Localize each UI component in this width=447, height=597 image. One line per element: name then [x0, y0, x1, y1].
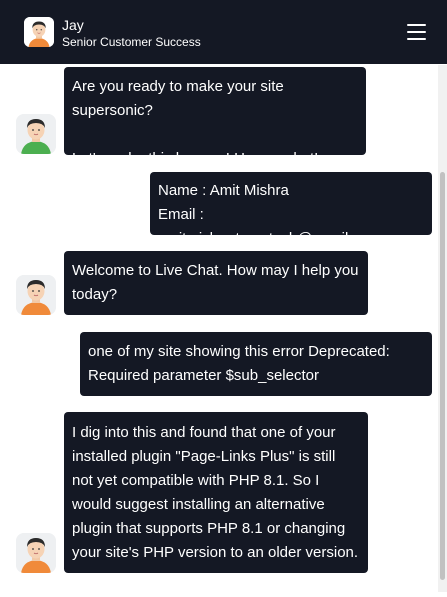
scrollbar-thumb[interactable]	[440, 172, 445, 580]
message-text: one of my site showing this error Deprec…	[88, 343, 390, 384]
message-text: I dig into this and found that one of yo…	[72, 424, 359, 561]
name-label: Name :	[158, 182, 210, 199]
name-value: Amit Mishra	[209, 182, 289, 199]
user-message: one of my site showing this error Deprec…	[80, 332, 432, 396]
agent-message: Welcome to Live Chat. How may I help you…	[64, 251, 368, 315]
chat-messages[interactable]: Are you ready to make your site superson…	[0, 64, 447, 597]
message-text: Let's make this happen! Have a chat!	[72, 150, 319, 167]
hamburger-menu-icon[interactable]	[407, 24, 426, 40]
user-message: Name : Amit Mishra Email : amitmishra.tr…	[150, 172, 432, 247]
name-line: Name : Amit Mishra	[158, 179, 424, 203]
agent-role: Senior Customer Success	[62, 35, 201, 49]
agent-name: Jay	[62, 17, 84, 33]
email-label: Email :	[158, 206, 204, 223]
agent-avatar-icon	[16, 533, 56, 573]
agent-message: I dig into this and found that one of yo…	[64, 412, 368, 573]
agent-avatar-icon	[16, 114, 56, 154]
message-text: Are you ready to make your site superson…	[72, 78, 284, 119]
chat-header: Jay Senior Customer Success	[0, 0, 447, 64]
message-text: Welcome to Live Chat. How may I help you…	[72, 262, 359, 303]
agent-avatar-icon	[24, 17, 54, 47]
email-line: Email : amitmishra.tryootech@gmail.com	[158, 203, 424, 251]
agent-avatar-icon	[16, 275, 56, 315]
agent-message: Are you ready to make your site superson…	[64, 67, 366, 167]
email-link[interactable]: amitmishra.tryootech@gmail.com	[158, 230, 381, 247]
